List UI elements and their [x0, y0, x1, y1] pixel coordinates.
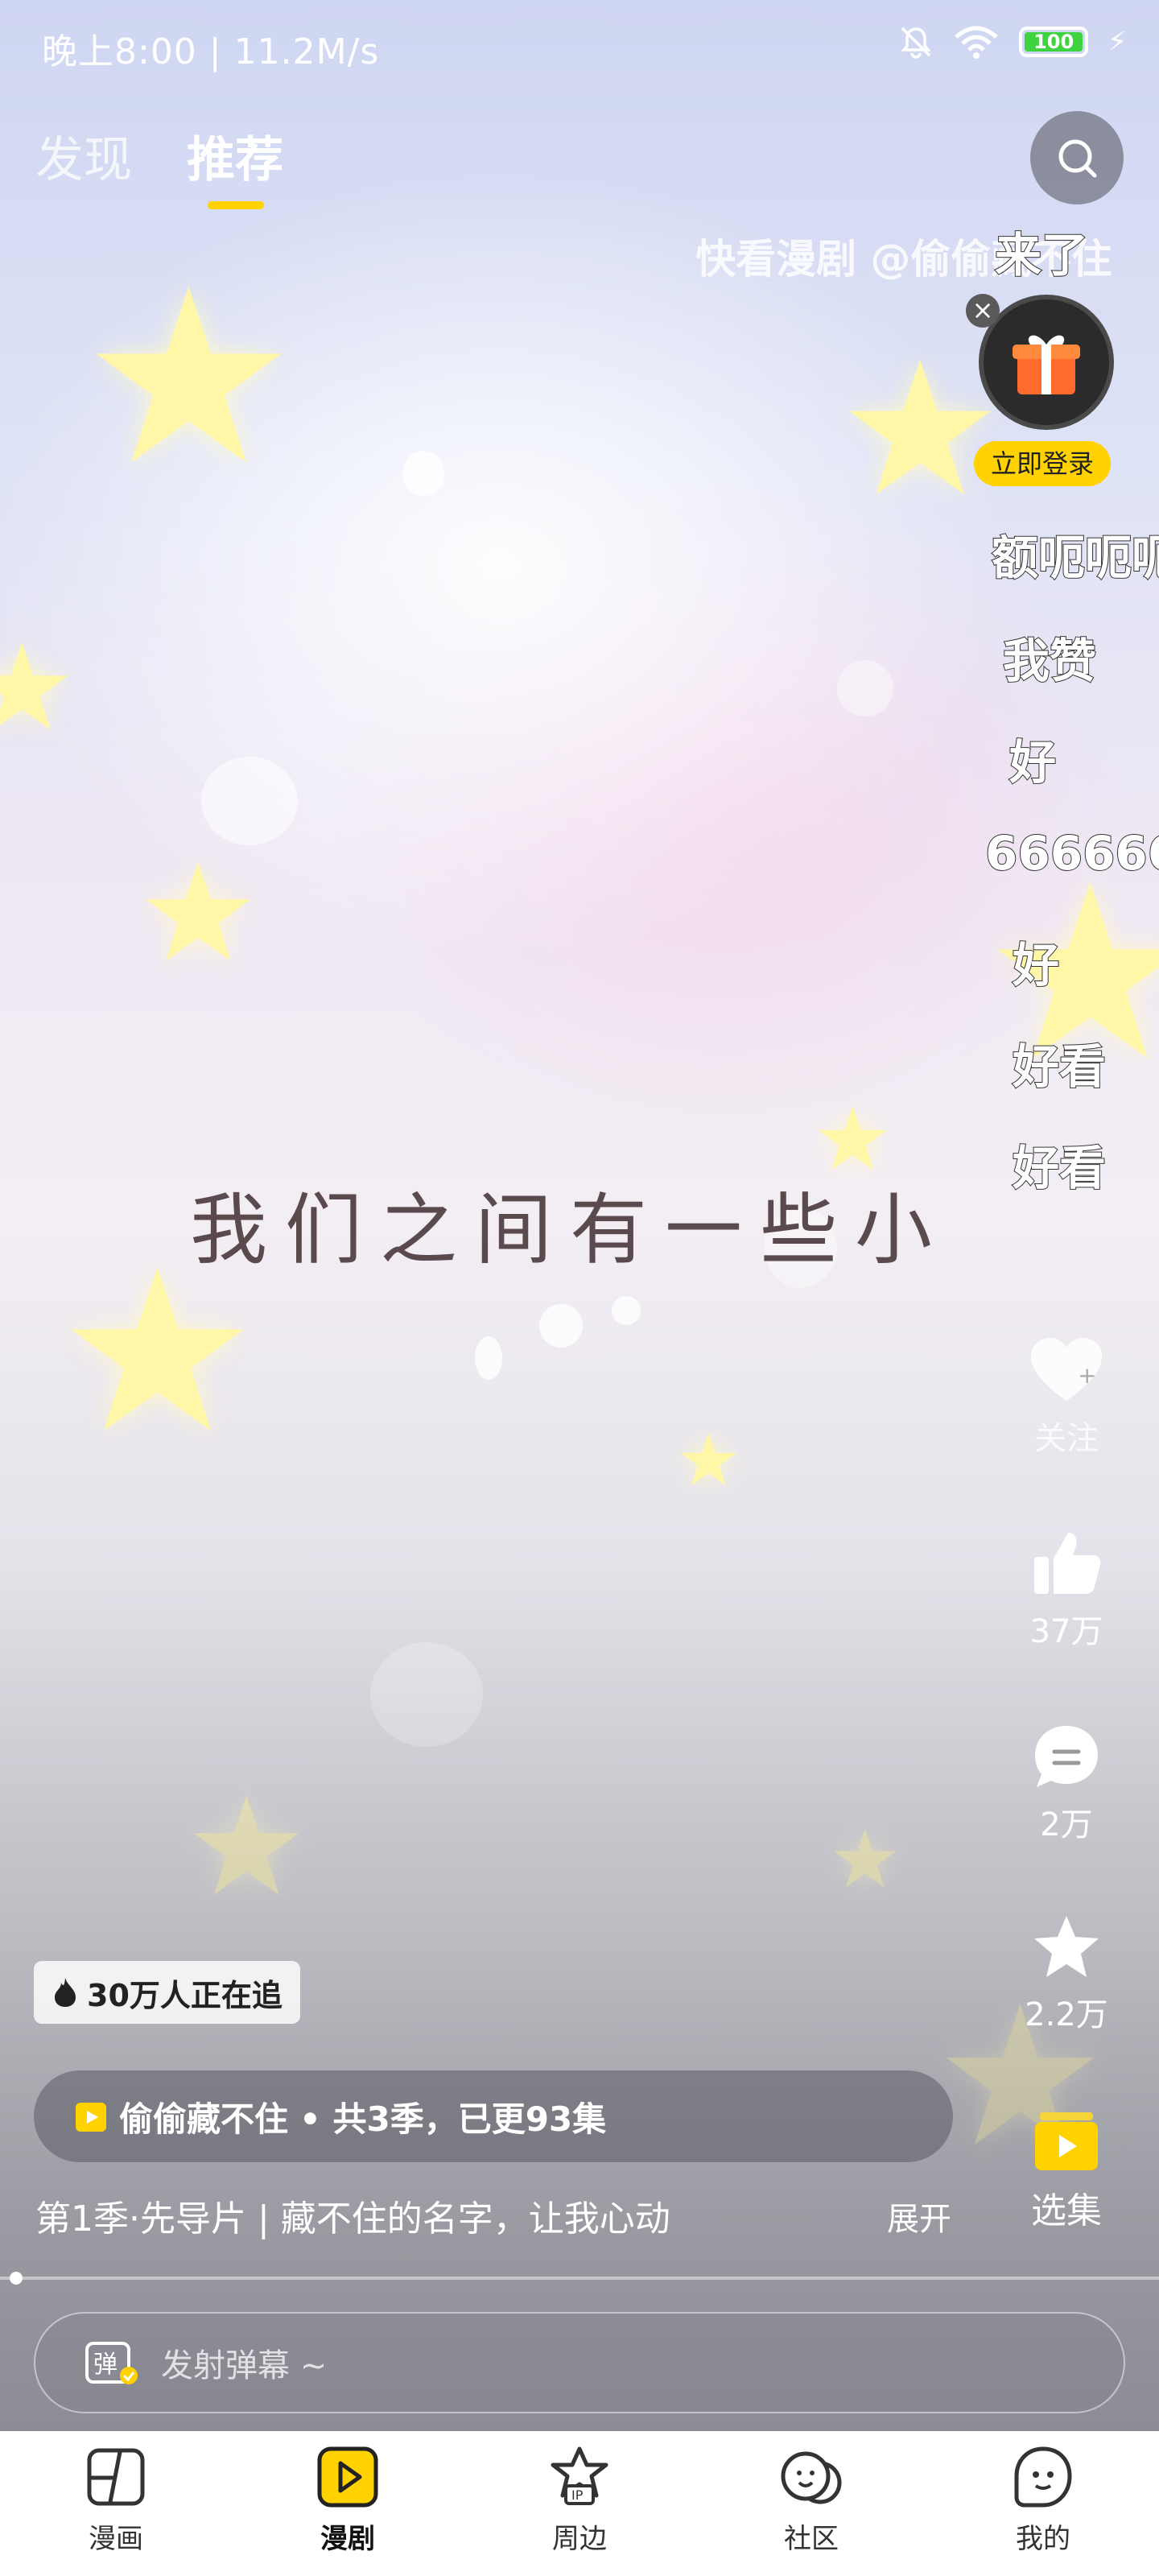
favorite-count: 2.2万	[1025, 1996, 1108, 2033]
tab-discover[interactable]: 发现	[35, 121, 132, 191]
star-decoration: ★	[0, 618, 76, 758]
follow-button[interactable]: + 关注	[998, 1336, 1135, 1459]
danmaku-comment: 来了	[994, 227, 1089, 283]
search-button[interactable]	[1030, 111, 1124, 204]
danmaku-comment: 额呃呃呃	[991, 530, 1159, 586]
bokeh-decoration	[475, 1336, 502, 1380]
nav-label: 周边	[552, 2523, 607, 2555]
status-time: 晚上8:00 | 11.2M/s	[42, 31, 380, 72]
play-video-icon	[317, 2446, 378, 2508]
status-icons: 100 ⚡	[898, 24, 1127, 60]
nav-label: 漫剧	[320, 2523, 375, 2555]
hot-badge: 30万人正在追	[34, 1961, 300, 2024]
tab-active-indicator	[208, 201, 264, 209]
tab-recommend[interactable]: 推荐	[187, 121, 283, 209]
episode-description: 第1季·先导片 | 藏不住的名字，让我心动	[35, 2198, 670, 2240]
fire-icon	[55, 1978, 76, 2007]
nav-item-comics[interactable]: 漫画	[0, 2431, 232, 2576]
like-button[interactable]: 37万	[998, 1530, 1135, 1652]
status-bar: 晚上8:00 | 11.2M/s 100 ⚡	[0, 0, 1159, 97]
nav-item-drama[interactable]: 漫剧	[232, 2431, 464, 2576]
top-tabs: 发现 推荐	[35, 121, 283, 209]
comment-icon	[1035, 1726, 1098, 1787]
like-count: 37万	[1029, 1613, 1103, 1650]
bokeh-decoration	[612, 1296, 641, 1325]
danmaku-toggle-char: 弹	[93, 2351, 118, 2379]
danmaku-comment: 好	[1012, 937, 1060, 993]
series-info-bar[interactable]: 偷偷藏不住 • 共3季，已更93集	[34, 2070, 953, 2162]
series-title: 偷偷藏不住	[119, 2099, 289, 2139]
profile-face-icon	[1014, 2446, 1072, 2508]
star-decoration: ★	[137, 834, 260, 993]
thumbs-up-icon	[1034, 1533, 1101, 1594]
comment-count: 2万	[1040, 1806, 1093, 1843]
bell-muted-icon	[901, 27, 931, 59]
danmaku-input[interactable]: 弹 发射弹幕 ~	[34, 2312, 1125, 2413]
danmaku-placeholder: 发射弹幕 ~	[161, 2347, 328, 2384]
video-progress-bar[interactable]	[0, 2277, 1159, 2280]
expand-button[interactable]: 展开	[887, 2193, 951, 2240]
nav-item-merch[interactable]: IP 周边	[464, 2431, 695, 2576]
nav-item-community[interactable]: 社区	[695, 2431, 927, 2576]
login-now-button[interactable]: 立即登录	[974, 441, 1111, 486]
heart-plus-icon: +	[1031, 1338, 1102, 1401]
danmaku-comment: 我赞	[1002, 633, 1097, 689]
video-progress-handle[interactable]	[10, 2272, 23, 2285]
favorite-button[interactable]: 2.2万	[998, 1913, 1135, 2035]
bottom-nav: 漫画 漫剧 IP 周边 社区 我的	[0, 2431, 1159, 2576]
nav-label: 我的	[1016, 2523, 1070, 2555]
battery-icon: 100	[1019, 27, 1089, 57]
comic-book-icon	[87, 2448, 145, 2506]
tab-recommend-label: 推荐	[187, 132, 283, 188]
series-info: • 共3季，已更93集	[299, 2099, 607, 2139]
battery-text: 100	[1033, 31, 1074, 53]
episodes-button[interactable]: 选集	[998, 2109, 1135, 2233]
danmaku-comment: 好看	[1012, 1038, 1107, 1095]
login-gift-widget[interactable]: × 立即登录	[966, 290, 1119, 499]
danmaku-comment: 好	[1008, 734, 1057, 791]
wifi-icon	[955, 26, 998, 59]
bokeh-decoration	[837, 660, 893, 716]
search-icon	[1058, 139, 1097, 178]
svg-text:IP: IP	[571, 2487, 584, 2503]
danmaku-comment: 好看	[1012, 1140, 1107, 1196]
bokeh-decoration	[201, 757, 298, 845]
bokeh-decoration	[539, 1304, 583, 1348]
star-decoration: ★	[80, 237, 297, 518]
svg-text:+: +	[1078, 1362, 1096, 1389]
series-play-icon	[76, 2103, 106, 2132]
star-favorite-icon	[1034, 1916, 1099, 1977]
bokeh-decoration	[402, 451, 444, 496]
follow-label: 关注	[1034, 1420, 1099, 1457]
nav-label: 漫画	[89, 2523, 143, 2555]
episodes-icon	[1035, 2112, 1098, 2170]
star-decoration: ★	[676, 1418, 741, 1503]
episodes-label: 选集	[1031, 2190, 1102, 2231]
gift-icon	[1013, 335, 1080, 394]
danmaku-comment: 6666666	[984, 825, 1159, 881]
hot-badge-text: 30万人正在追	[87, 1977, 283, 2013]
charging-icon: ⚡	[1107, 26, 1127, 58]
ip-mascot-icon: IP	[551, 2446, 608, 2505]
video-subtitle: 我们之间有一些小	[190, 1185, 950, 1275]
nav-label: 社区	[784, 2523, 839, 2555]
danmaku-toggle-icon[interactable]: 弹	[84, 2339, 138, 2387]
community-face-icon	[781, 2451, 842, 2504]
comment-button[interactable]: 2万	[998, 1723, 1135, 1845]
gift-close-button[interactable]: ×	[966, 294, 1000, 328]
nav-item-me[interactable]: 我的	[927, 2431, 1159, 2576]
